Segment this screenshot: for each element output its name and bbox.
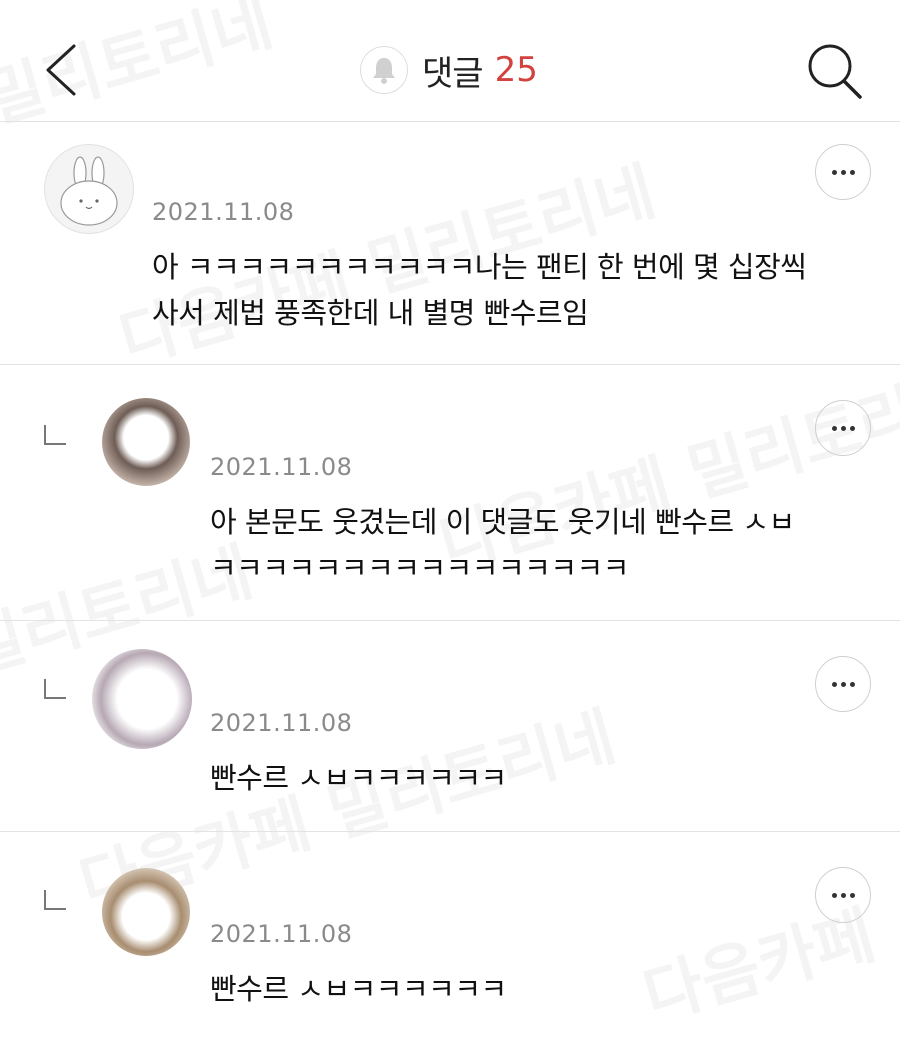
comment-item: 2021.11.08 아 ㅋㅋㅋㅋㅋㅋㅋㅋㅋㅋㅋ나는 팬티 한 번에 몇 십장씩… [0, 122, 900, 365]
bunny-avatar-icon [60, 156, 118, 226]
search-button[interactable] [800, 38, 870, 102]
comment-text: 빤수르 ㅅㅂㅋㅋㅋㅋㅋㅋ [210, 755, 507, 801]
more-icon [831, 681, 855, 687]
notification-button[interactable] [360, 46, 408, 94]
reply-indicator-icon [44, 679, 66, 699]
app-header: 댓글 25 [0, 0, 900, 122]
comment-text: 아 ㅋㅋㅋㅋㅋㅋㅋㅋㅋㅋㅋ나는 팬티 한 번에 몇 십장씩 사서 제법 풍족한데… [152, 244, 807, 336]
comment-line: 아 ㅋㅋㅋㅋㅋㅋㅋㅋㅋㅋㅋ나는 팬티 한 번에 몇 십장씩 [152, 250, 807, 284]
comment-text: 아 본문도 웃겼는데 이 댓글도 웃기네 빤수르 ㅅㅂ ㅋㅋㅋㅋㅋㅋㅋㅋㅋㅋㅋㅋ… [210, 499, 795, 591]
more-options-button[interactable] [815, 656, 871, 712]
chevron-left-icon [46, 44, 76, 96]
comment-date: 2021.11.08 [152, 198, 295, 226]
more-options-button[interactable] [815, 867, 871, 923]
more-options-button[interactable] [815, 144, 871, 200]
more-icon [831, 169, 855, 175]
comment-line: 빤수르 ㅅㅂㅋㅋㅋㅋㅋㅋ [210, 761, 507, 795]
more-options-button[interactable] [815, 400, 871, 456]
bell-icon [373, 58, 395, 84]
search-icon [808, 44, 862, 99]
more-icon [831, 425, 855, 431]
back-button[interactable] [40, 42, 84, 98]
comment-line: 아 본문도 웃겼는데 이 댓글도 웃기네 빤수르 ㅅㅂ [210, 505, 795, 539]
comment-text: 빤수르 ㅅㅂㅋㅋㅋㅋㅋㅋ [210, 966, 507, 1012]
comment-date: 2021.11.08 [210, 453, 353, 481]
comment-line: ㅋㅋㅋㅋㅋㅋㅋㅋㅋㅋㅋㅋㅋㅋㅋㅋ [210, 551, 629, 585]
avatar[interactable] [44, 144, 134, 234]
reply-item: 2021.11.08 빤수르 ㅅㅂㅋㅋㅋㅋㅋㅋ [0, 832, 900, 1006]
comment-date: 2021.11.08 [210, 709, 353, 737]
comment-date: 2021.11.08 [210, 920, 353, 948]
page-title: 댓글 [422, 53, 484, 94]
comment-line: 빤수르 ㅅㅂㅋㅋㅋㅋㅋㅋ [210, 972, 507, 1006]
reply-item: 2021.11.08 아 본문도 웃겼는데 이 댓글도 웃기네 빤수르 ㅅㅂ ㅋ… [0, 365, 900, 621]
header-title-group: 댓글 25 [360, 42, 538, 98]
comment-line: 사서 제법 풍족한데 내 별명 빤수르임 [152, 296, 589, 330]
avatar[interactable] [92, 649, 192, 749]
avatar[interactable] [102, 868, 190, 956]
more-icon [831, 892, 855, 898]
reply-indicator-icon [44, 890, 66, 910]
reply-indicator-icon [44, 425, 66, 445]
reply-item: 2021.11.08 빤수르 ㅅㅂㅋㅋㅋㅋㅋㅋ [0, 621, 900, 832]
avatar[interactable] [102, 398, 190, 486]
comment-count: 25 [494, 50, 538, 90]
